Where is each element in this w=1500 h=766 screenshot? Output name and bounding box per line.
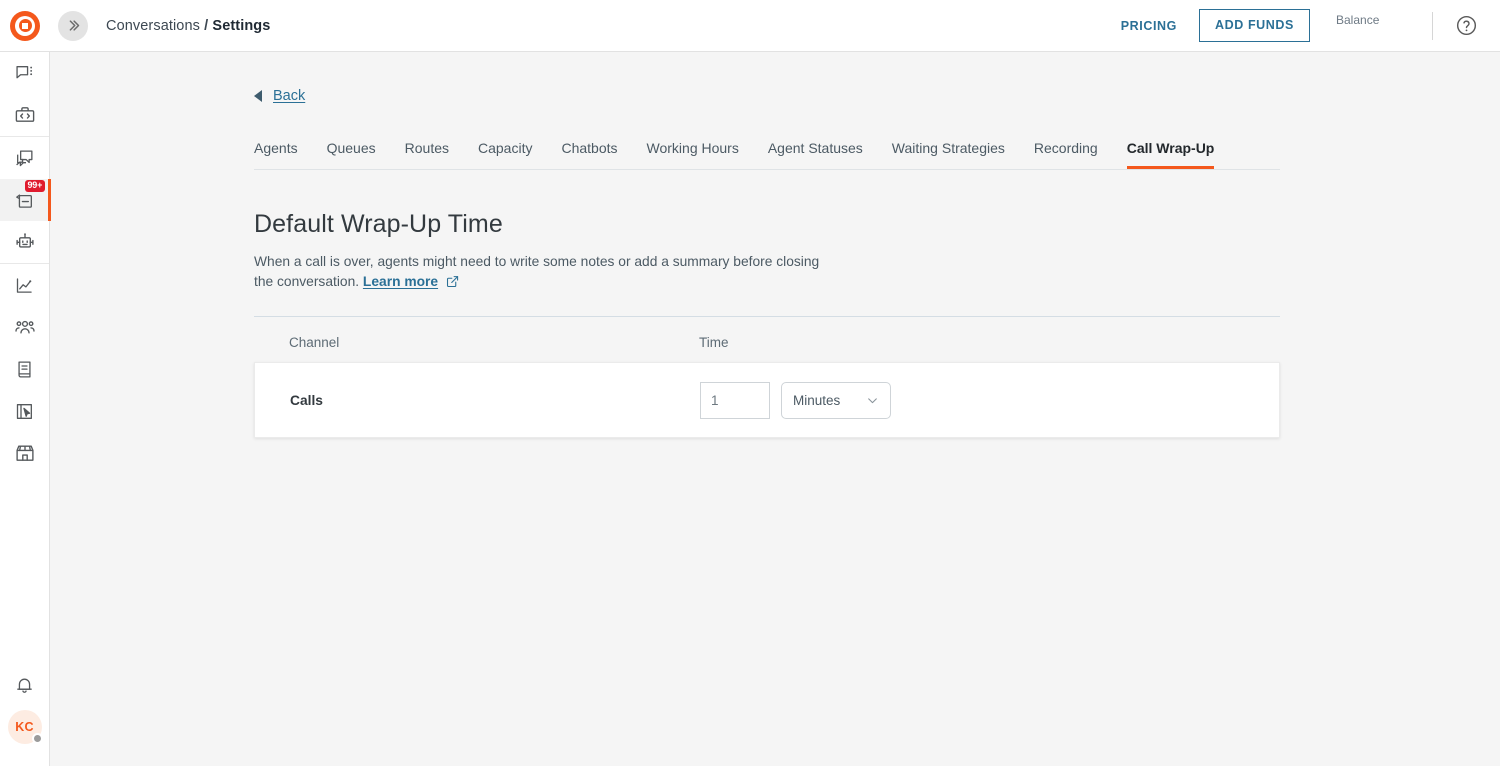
inbox-unread-badge: 99+ [25, 180, 46, 192]
top-bar-actions: PRICING ADD FUNDS Balance [1121, 0, 1500, 52]
breadcrumb: Conversations / Settings [106, 18, 270, 34]
content-wrapper: Back Agents Queues Routes Capacity Chatb… [50, 52, 1500, 438]
top-bar-divider [1432, 12, 1433, 40]
tab-waiting-strategies[interactable]: Waiting Strategies [892, 141, 1005, 169]
back-link-label: Back [273, 88, 305, 104]
storefront-icon [14, 442, 36, 464]
users-group-icon [14, 316, 36, 338]
balance-label: Balance [1336, 13, 1379, 27]
left-sidebar: 99+ [0, 52, 50, 766]
tab-capacity[interactable]: Capacity [478, 141, 532, 169]
sidebar-group-1 [0, 52, 49, 136]
sidebar-group-2: 99+ [0, 136, 49, 263]
breadcrumb-current: Settings [212, 18, 270, 34]
sidebar-item-inbox[interactable]: 99+ [0, 179, 50, 221]
time-unit-select[interactable]: Minutes [781, 382, 891, 419]
time-unit-value: Minutes [793, 393, 840, 408]
app-logo[interactable] [0, 0, 50, 52]
tab-chatbots[interactable]: Chatbots [561, 141, 617, 169]
main-area: Back Agents Queues Routes Capacity Chatb… [50, 52, 1500, 766]
sidebar-item-contacts[interactable] [0, 306, 50, 348]
sidebar-footer: KC [0, 664, 49, 766]
sidebar-item-chat[interactable] [0, 52, 50, 94]
sidebar-item-chatbots[interactable] [0, 221, 50, 263]
sidebar-item-analytics[interactable] [0, 264, 50, 306]
breadcrumb-parent[interactable]: Conversations [106, 18, 200, 34]
notifications-button[interactable] [0, 664, 50, 706]
settings-tabs: Agents Queues Routes Capacity Chatbots W… [254, 134, 1280, 170]
sidebar-item-developer[interactable] [0, 94, 50, 136]
inbox-tray-icon [14, 190, 35, 211]
sidebar-item-campaigns[interactable] [0, 390, 50, 432]
back-link[interactable]: Back [254, 88, 305, 104]
sidebar-expand-button[interactable] [58, 11, 88, 41]
help-button[interactable] [1455, 14, 1478, 37]
wrap-up-time-input[interactable] [700, 382, 770, 419]
column-header-channel: Channel [254, 335, 699, 350]
table-row: Calls Minutes [254, 362, 1280, 438]
chevron-down-icon [866, 394, 879, 407]
tab-agents[interactable]: Agents [254, 141, 298, 169]
pricing-link[interactable]: PRICING [1121, 19, 1177, 33]
external-link-icon[interactable] [446, 274, 459, 294]
cell-time-controls: Minutes [700, 382, 1279, 419]
tab-queues[interactable]: Queues [327, 141, 376, 169]
column-header-time: Time [699, 335, 1280, 350]
table-header-row: Channel Time [254, 317, 1280, 362]
sidebar-item-logs[interactable] [0, 348, 50, 390]
chat-bubble-menu-icon [14, 63, 35, 84]
target-logo-icon [10, 11, 40, 41]
sidebar-item-marketplace[interactable] [0, 432, 50, 474]
user-avatar[interactable]: KC [8, 710, 42, 744]
avatar-status-dot [32, 733, 43, 744]
top-bar: Conversations / Settings PRICING ADD FUN… [0, 0, 1500, 52]
question-circle-icon [1455, 14, 1478, 37]
copy-conversations-icon [14, 148, 35, 169]
cell-channel-name: Calls [255, 393, 700, 408]
balance-display: Balance [1336, 6, 1400, 46]
triangle-left-icon [254, 90, 262, 102]
learn-more-link[interactable]: Learn more [363, 274, 438, 289]
tab-routes[interactable]: Routes [405, 141, 449, 169]
tab-working-hours[interactable]: Working Hours [647, 141, 739, 169]
robot-icon [14, 231, 36, 253]
tab-recording[interactable]: Recording [1034, 141, 1098, 169]
breadcrumb-separator: / [204, 18, 208, 34]
page-description: When a call is over, agents might need t… [254, 252, 839, 294]
document-book-icon [14, 359, 35, 380]
page-description-text: When a call is over, agents might need t… [254, 254, 819, 289]
double-chevron-right-icon [66, 18, 81, 33]
line-chart-icon [14, 275, 35, 296]
sidebar-item-conversations[interactable] [0, 137, 50, 179]
page-title: Default Wrap-Up Time [254, 210, 1500, 239]
bell-notification-icon [14, 675, 35, 696]
sidebar-group-3 [0, 263, 49, 474]
add-funds-button[interactable]: ADD FUNDS [1199, 9, 1310, 42]
tab-call-wrap-up[interactable]: Call Wrap-Up [1127, 141, 1215, 169]
cursor-panel-icon [14, 401, 35, 422]
briefcase-code-icon [14, 104, 36, 126]
tab-agent-statuses[interactable]: Agent Statuses [768, 141, 863, 169]
